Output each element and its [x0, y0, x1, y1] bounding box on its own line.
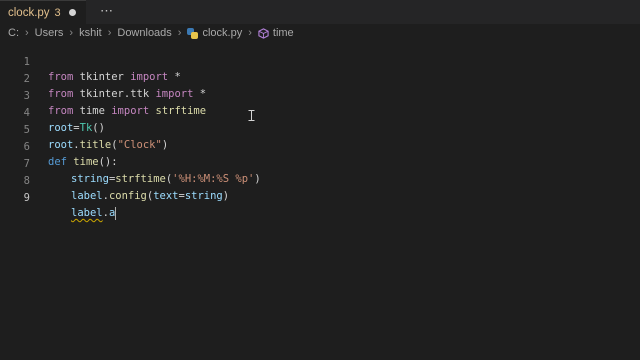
- breadcrumb-file[interactable]: clock.py: [202, 27, 242, 39]
- token-keyword: import: [155, 88, 194, 100]
- ibeam-cursor-icon: [248, 110, 255, 121]
- token-keyword: def: [48, 156, 67, 168]
- breadcrumb-downloads[interactable]: Downloads: [117, 27, 171, 39]
- token-variable: string: [184, 190, 223, 202]
- code-line[interactable]: 6 def time():: [0, 125, 118, 168]
- code-text: label.config(text=string): [71, 189, 229, 204]
- token-variable: root: [48, 122, 74, 134]
- code-line[interactable]: 2 from tkinter.ttk import *: [0, 57, 206, 100]
- token-function: time: [73, 156, 99, 168]
- code-text: string=strftime('%H:%M:%S %p'): [71, 172, 261, 187]
- token: ): [254, 173, 261, 185]
- token: *: [193, 88, 207, 100]
- token: tkinter: [73, 71, 131, 83]
- code-text: def time():: [48, 155, 118, 170]
- chevron-right-icon: ›: [248, 27, 252, 39]
- token-class: Tk: [79, 122, 93, 134]
- token: time: [73, 105, 112, 117]
- token: ): [222, 190, 230, 202]
- token-string: "Clock": [117, 139, 162, 151]
- token-variable: string: [71, 173, 109, 185]
- code-line[interactable]: 8 label.config(text=string): [0, 159, 229, 202]
- token-function: title: [79, 139, 112, 151]
- text-cursor: [115, 206, 117, 220]
- token-function: strftime: [149, 105, 207, 117]
- token: ():: [98, 156, 118, 168]
- token-variable: label: [71, 190, 103, 202]
- code-text: root.title("Clock"): [48, 138, 168, 153]
- python-file-icon: [187, 27, 199, 39]
- tab-problems-count: 3: [54, 6, 61, 19]
- token-variable: root: [48, 139, 74, 151]
- code-line[interactable]: 4 root=Tk(): [0, 91, 105, 134]
- token-keyword: from: [48, 88, 74, 100]
- token-function: config: [108, 190, 147, 202]
- breadcrumb: C: › Users › kshit › Downloads › clock.p…: [8, 25, 294, 41]
- chevron-right-icon: ›: [69, 27, 74, 39]
- unsaved-dot-icon[interactable]: [68, 9, 76, 16]
- token: (): [92, 122, 105, 134]
- code-text: from tkinter.ttk import *: [48, 87, 206, 102]
- breadcrumb-users[interactable]: Users: [35, 27, 64, 39]
- token-keyword: import: [111, 105, 150, 117]
- code-text: from time import strftime: [48, 104, 206, 119]
- code-text: from tkinter import *: [48, 70, 181, 85]
- token-keyword: from: [48, 71, 74, 83]
- chevron-right-icon: ›: [177, 27, 182, 39]
- tab-bar: clock.py 3 ⋯: [0, 0, 640, 24]
- token-variable: label: [71, 207, 103, 219]
- breadcrumb-drive[interactable]: C:: [8, 27, 19, 39]
- code-line[interactable]: 7 string=strftime('%H:%M:%S %p'): [0, 142, 261, 185]
- code-line[interactable]: 5 root.title("Clock"): [0, 108, 168, 151]
- tab-clock-py[interactable]: clock.py 3: [0, 0, 86, 24]
- code-text: label.a: [71, 206, 117, 221]
- breadcrumb-symbol[interactable]: time: [273, 27, 294, 39]
- token: tkinter.ttk: [73, 88, 156, 100]
- token-function: strftime: [115, 173, 166, 185]
- code-line-active[interactable]: 9 label.a: [0, 176, 117, 220]
- token: *: [168, 71, 181, 83]
- code-text: root=Tk(): [48, 121, 105, 136]
- token-string: '%H:%M:%S %p': [172, 173, 255, 185]
- token: ): [161, 139, 169, 151]
- line-number: 9: [23, 192, 30, 204]
- chevron-right-icon: ›: [25, 27, 29, 39]
- token-keyword: import: [130, 71, 169, 83]
- tab-filename: clock.py: [8, 6, 50, 19]
- chevron-right-icon: ›: [107, 27, 112, 39]
- code-editor[interactable]: 1 from tkinter import * 2 from tkinter.t…: [0, 40, 640, 360]
- tab-overflow-menu-icon[interactable]: ⋯: [100, 0, 113, 24]
- token-parameter: text: [153, 190, 179, 202]
- breadcrumb-kshit[interactable]: kshit: [79, 27, 102, 39]
- code-line[interactable]: 1 from tkinter import *: [0, 40, 181, 83]
- code-line[interactable]: 3 from time import strftime: [0, 74, 206, 117]
- method-symbol-icon: [258, 27, 269, 39]
- token-keyword: from: [48, 105, 74, 117]
